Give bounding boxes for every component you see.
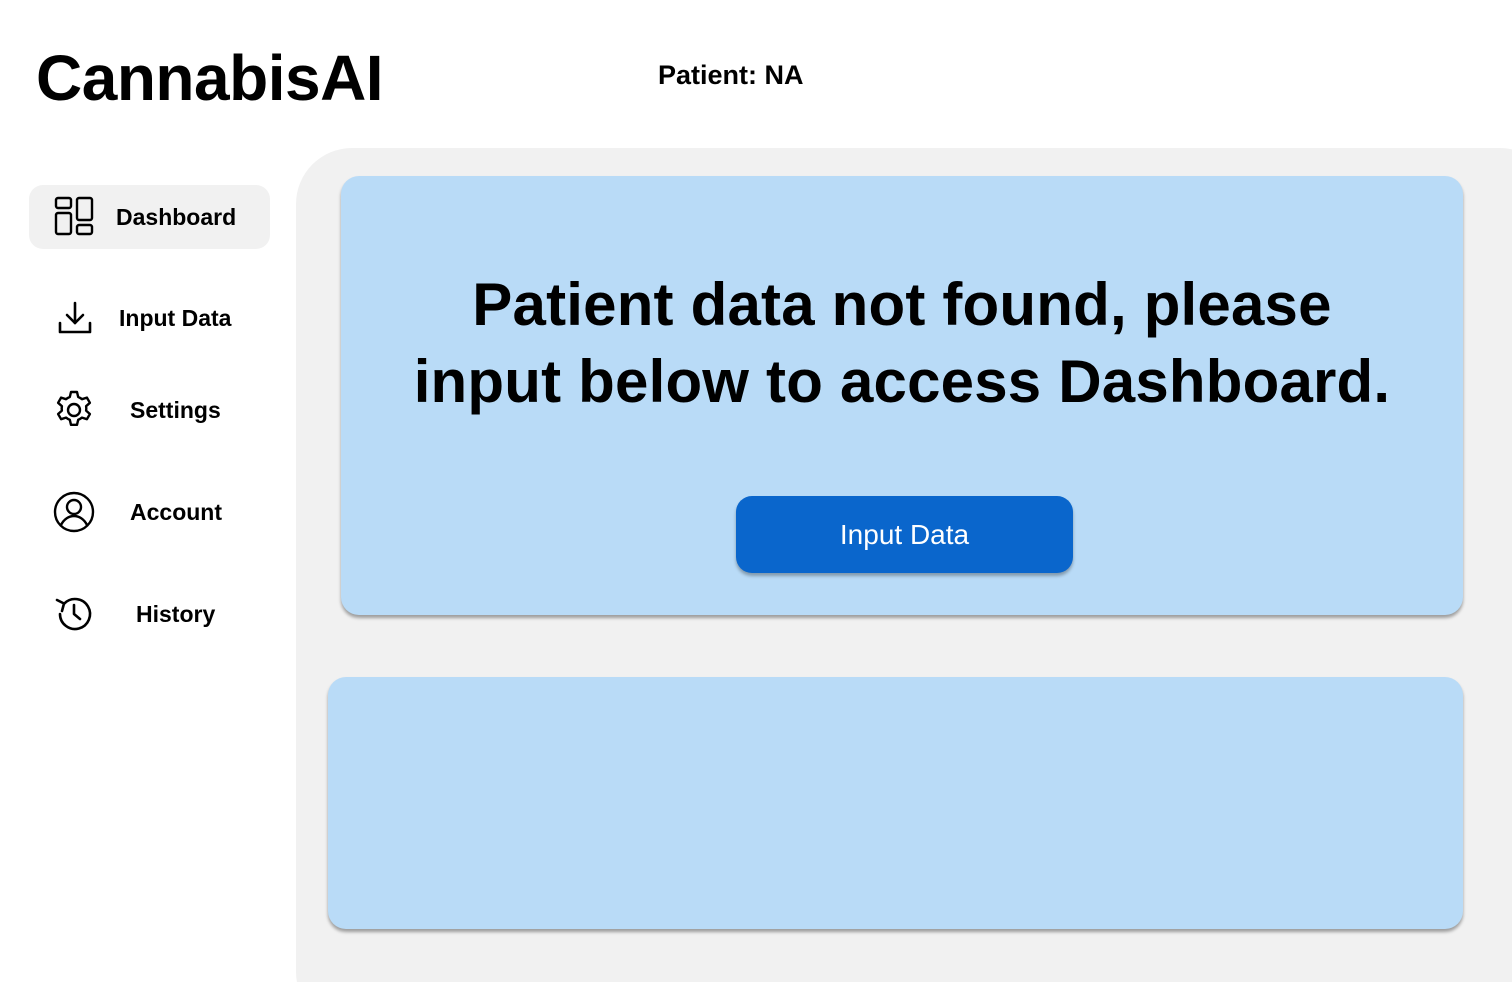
sidebar-item-label: Settings [130, 397, 221, 423]
sidebar-item-account[interactable]: Account [29, 480, 270, 544]
notice-line-1: Patient data not found, please [472, 271, 1332, 338]
empty-content-card [328, 677, 1463, 929]
sidebar-item-label: Input Data [119, 305, 232, 331]
sidebar-item-input-data[interactable]: Input Data [29, 286, 270, 350]
sidebar-item-label: History [136, 601, 216, 627]
sidebar-item-settings[interactable]: Settings [29, 378, 270, 442]
sidebar-item-history[interactable]: History [29, 582, 270, 646]
sidebar-item-dashboard[interactable]: Dashboard [29, 185, 270, 249]
app-root: CannabisAI Patient: NA Dashboard Input D… [0, 0, 1512, 982]
sidebar-item-label: Account [130, 499, 222, 525]
sidebar-item-label: Dashboard [116, 204, 237, 230]
history-icon [53, 593, 95, 635]
gear-icon [53, 389, 95, 431]
patient-notice-message: Patient data not found, please input bel… [341, 266, 1463, 420]
user-circle-icon [53, 491, 95, 533]
dashboard-icon [53, 195, 95, 237]
patient-label: Patient: NA [658, 60, 804, 90]
download-icon [54, 297, 96, 339]
notice-line-2: input below to access Dashboard. [413, 348, 1391, 415]
sidebar: Dashboard Input Data Settings Account Hi… [0, 0, 290, 982]
input-data-button[interactable]: Input Data [736, 496, 1073, 573]
patient-notice-card: Patient data not found, please input bel… [341, 176, 1463, 615]
